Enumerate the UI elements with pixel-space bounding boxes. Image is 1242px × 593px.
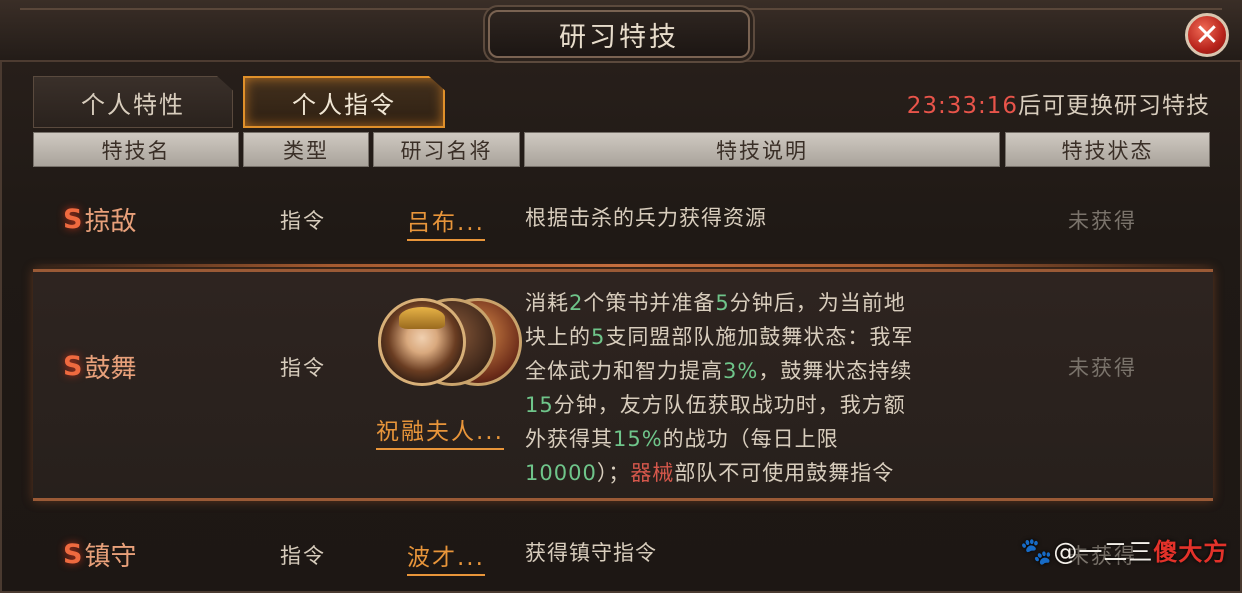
table-row[interactable]: S 掠敌 指令 吕布... 根据击杀的兵力获得资源 未获得	[33, 183, 1213, 263]
general-link[interactable]: 吕布...	[407, 203, 485, 241]
text: 分钟后，为当前地	[729, 291, 906, 315]
dialog-title: 研习特技	[559, 21, 679, 53]
column-header-status: 特技状态	[1005, 132, 1210, 167]
column-header-skill-name: 特技名	[33, 132, 239, 167]
watermark: 🐾@一二三傻大方	[1020, 532, 1228, 567]
highlight-number: 5	[591, 325, 606, 349]
highlight-number: 15	[525, 393, 554, 417]
column-header-type: 类型	[243, 132, 369, 167]
tab-label: 个人特性	[81, 90, 185, 119]
text: 消耗	[525, 291, 569, 315]
general-link[interactable]: 祝融夫人...	[376, 412, 504, 450]
skill-description: 获得镇守指令	[525, 541, 657, 565]
timer-suffix: 后可更换研习特技	[1018, 93, 1210, 119]
general-link[interactable]: 波才...	[407, 538, 485, 576]
highlight-unit-type: 器械	[630, 461, 675, 485]
description-line: 外获得其15%的战功（每日上限	[525, 422, 913, 456]
text: 个策书并准备	[583, 291, 716, 315]
dialog-title-plate: 研习特技	[488, 10, 750, 58]
skill-type: 指令	[280, 356, 326, 380]
tab-personal-trait[interactable]: 个人特性	[33, 76, 233, 128]
highlight-number: 2	[569, 291, 584, 315]
text: 外获得其	[525, 427, 613, 451]
highlight-number: 15%	[613, 427, 663, 451]
column-header-general: 研习名将	[373, 132, 520, 167]
table-row-selected[interactable]: S 鼓舞 指令 祝融夫人... 消耗2个策书并准备5分钟后，为当前地 块上的5支同…	[33, 269, 1213, 501]
refresh-timer: 23:33:16后可更换研习特技	[907, 86, 1210, 120]
text: 的战功（每日上限	[662, 427, 839, 451]
skill-status: 未获得	[1068, 356, 1137, 380]
skill-type: 指令	[280, 209, 326, 233]
grade-badge: S	[63, 351, 83, 382]
skill-description: 消耗2个策书并准备5分钟后，为当前地 块上的5支同盟部队施加鼓舞状态：我军 全体…	[525, 286, 913, 490]
text: 部队不可使用鼓舞指令	[674, 461, 895, 485]
grade-badge: S	[63, 204, 83, 235]
highlight-number: 3%	[723, 359, 759, 383]
text: ）；	[596, 461, 631, 485]
skill-name-text: 掠敌	[84, 207, 137, 237]
skill-status: 未获得	[1068, 209, 1137, 233]
text: 块上的	[525, 325, 591, 349]
description-line: 10000）；器械部队不可使用鼓舞指令	[525, 456, 913, 490]
general-portraits[interactable]	[378, 298, 528, 388]
watermark-text: @一二三	[1053, 538, 1154, 566]
text: 分钟，友方队伍获取战功时，我方额	[553, 393, 906, 417]
description-line: 块上的5支同盟部队施加鼓舞状态：我军	[525, 320, 913, 354]
tab-label: 个人指令	[292, 90, 396, 119]
watermark-brand: 傻大方	[1153, 538, 1229, 566]
highlight-number: 10000	[525, 461, 597, 485]
grade-badge: S	[63, 539, 83, 570]
skill-description: 根据击杀的兵力获得资源	[525, 206, 767, 230]
text: 支同盟部队施加鼓舞状态：我军	[605, 325, 914, 349]
skill-type: 指令	[280, 544, 326, 568]
skill-name: S 鼓舞	[63, 348, 136, 385]
close-button[interactable]: ✕	[1185, 13, 1229, 57]
column-header-description: 特技说明	[524, 132, 1000, 167]
highlight-number: 5	[715, 291, 730, 315]
description-line: 消耗2个策书并准备5分钟后，为当前地	[525, 286, 913, 320]
text: 全体武力和智力提高	[525, 359, 723, 383]
skill-name-text: 鼓舞	[84, 354, 137, 384]
paw-icon: 🐾	[1020, 537, 1054, 567]
skill-name: S 镇守	[63, 536, 136, 573]
general-portrait-1[interactable]	[378, 298, 466, 386]
description-line: 15分钟，友方队伍获取战功时，我方额	[525, 388, 913, 422]
timer-countdown: 23:33:16	[906, 93, 1018, 119]
close-icon: ✕	[1194, 17, 1220, 53]
skill-name: S 掠敌	[63, 201, 136, 238]
text: ，鼓舞状态持续	[758, 359, 913, 383]
description-line: 全体武力和智力提高3%，鼓舞状态持续	[525, 354, 913, 388]
tab-personal-command[interactable]: 个人指令	[243, 76, 445, 128]
skill-name-text: 镇守	[84, 542, 137, 572]
row-divider	[33, 264, 1213, 267]
